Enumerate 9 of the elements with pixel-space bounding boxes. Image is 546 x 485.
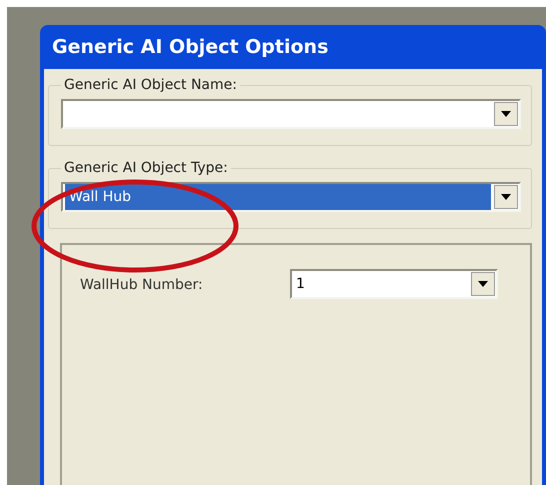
name-combo-box[interactable]: [61, 99, 521, 129]
group-label: Generic AI Object Type:: [63, 160, 229, 176]
field-label: WallHub Number:: [80, 276, 204, 293]
group-label: Generic AI Object Name:: [63, 77, 238, 93]
window-title: Generic AI Object Options: [52, 36, 328, 58]
caret-down-icon: [501, 194, 511, 200]
number-combo-box[interactable]: 1: [290, 269, 498, 299]
caret-down-icon: [478, 281, 488, 287]
caret-down-icon: [501, 111, 511, 117]
